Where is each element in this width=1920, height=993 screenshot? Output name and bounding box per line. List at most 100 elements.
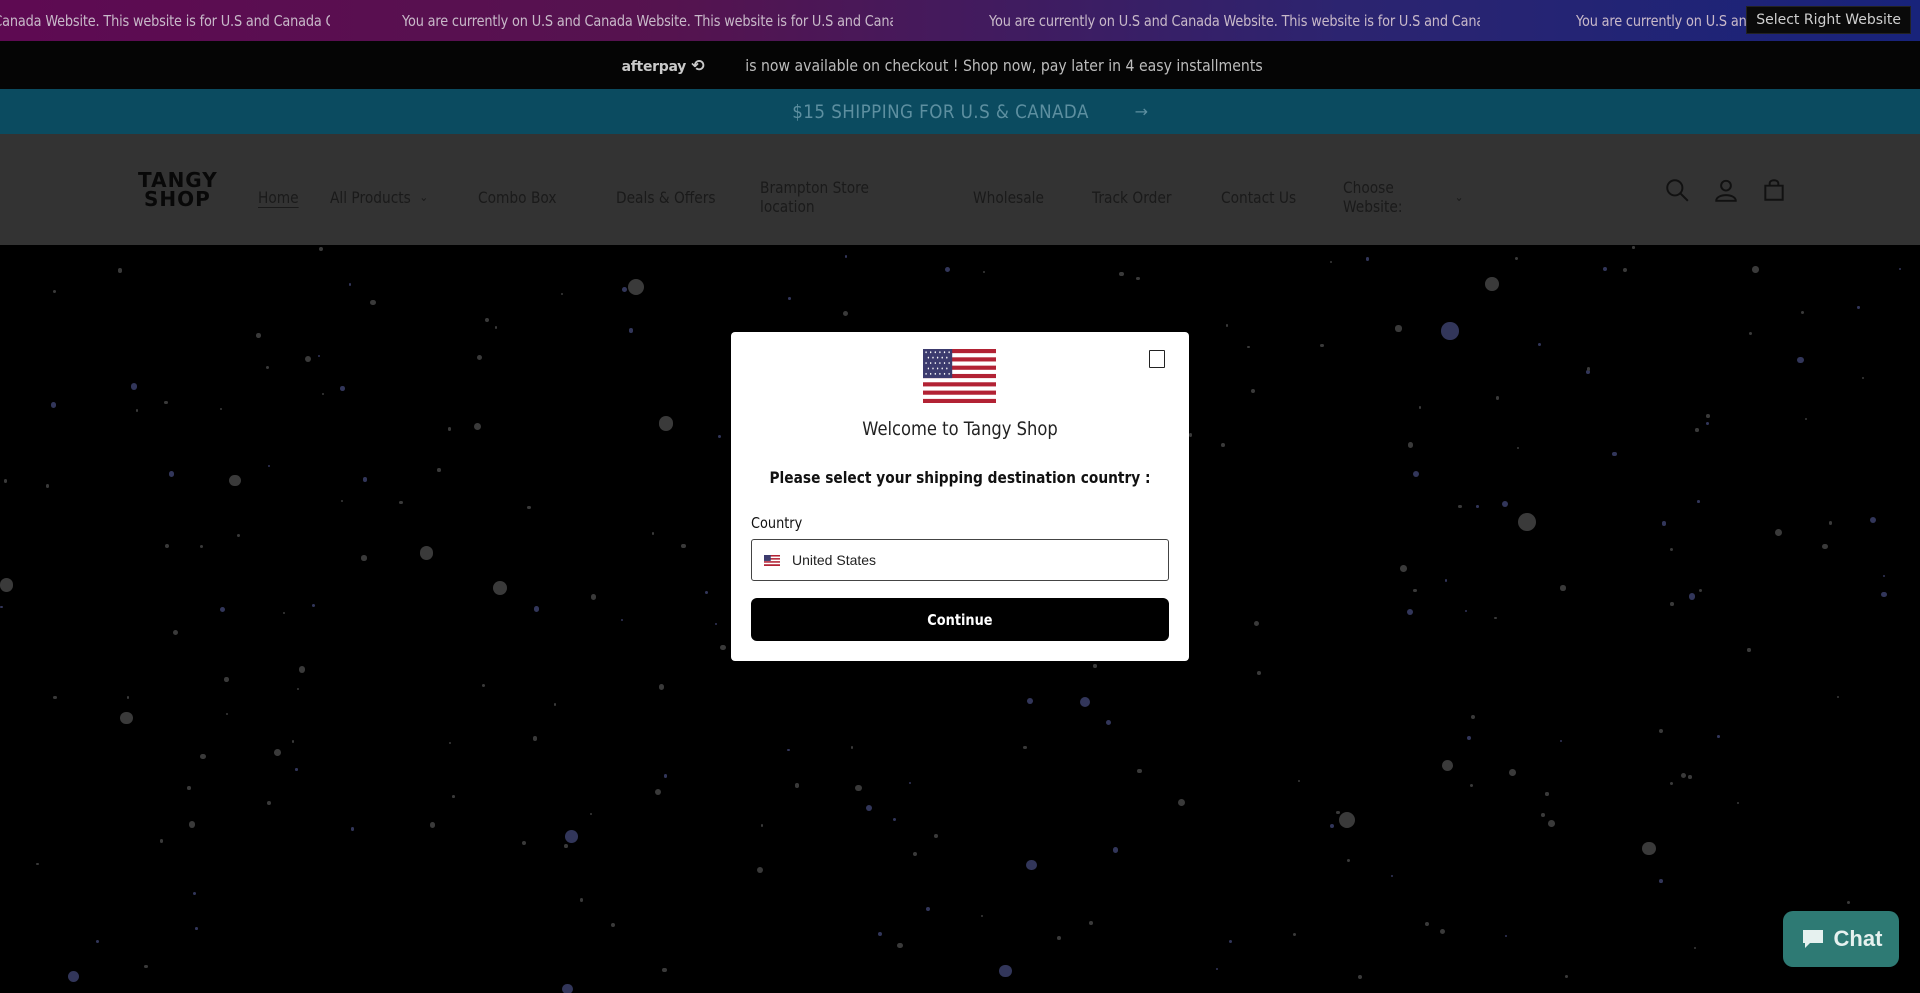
search-icon[interactable] (1664, 177, 1690, 203)
afterpay-bar: afterpay ⟲ is now available on checkout … (0, 41, 1920, 89)
nav-deals-offers[interactable]: Deals & Offers (616, 178, 717, 216)
snow-particle (1717, 734, 1720, 738)
snow-particle (1747, 648, 1751, 652)
snow-particle (1821, 543, 1828, 550)
cart-icon[interactable] (1761, 177, 1787, 203)
snow-particle (662, 968, 667, 973)
snow-particle (521, 840, 526, 845)
snow-particle (0, 605, 4, 609)
snow-particle (1706, 414, 1711, 418)
snow-particle (3, 478, 8, 483)
snow-particle (1516, 446, 1519, 449)
snow-particle (658, 416, 674, 431)
country-select-modal: Welcome to Tangy Shop Please select your… (731, 332, 1189, 661)
snow-particle (340, 499, 344, 503)
snow-particle (878, 931, 882, 936)
snow-particle (787, 748, 790, 752)
snow-particle (95, 939, 99, 943)
snow-particle (1869, 516, 1876, 523)
snow-particle (1680, 772, 1687, 779)
snow-particle (1298, 779, 1301, 782)
nav-brampton-store[interactable]: Brampton Store location (760, 178, 921, 216)
snow-particle (1847, 900, 1851, 904)
shipping-text: $15 SHIPPING FOR U.S & CANADA (791, 100, 1089, 123)
snow-particle (172, 629, 179, 635)
snow-particle (361, 555, 367, 561)
snow-particle (720, 644, 727, 651)
snow-particle (220, 607, 226, 613)
snow-particle (980, 914, 984, 917)
snow-particle (912, 851, 918, 857)
select-right-website-button[interactable]: Select Right Website (1746, 6, 1911, 34)
nav-track-order[interactable]: Track Order (1092, 178, 1181, 216)
snow-particle (794, 783, 800, 788)
nav-all-products[interactable]: All Products ⌄ (330, 178, 435, 216)
chat-button[interactable]: Chat (1783, 911, 1899, 967)
shipping-bar[interactable]: $15 SHIPPING FOR U.S & CANADA → (0, 89, 1920, 134)
snow-particle (1088, 921, 1093, 925)
snow-particle (493, 581, 508, 596)
nav-choose-website[interactable]: Choose Website: ⌄ (1343, 178, 1463, 216)
snow-particle (294, 768, 298, 771)
snow-particle (1413, 471, 1420, 477)
marquee-track: l Canada Website. This website is for U.… (0, 0, 1872, 41)
snow-particle (714, 623, 717, 626)
site-logo[interactable]: TANGY SHOP (138, 170, 218, 209)
snow-particle (1253, 620, 1259, 626)
snow-particle (658, 684, 665, 690)
snow-particle (168, 470, 175, 477)
snow-particle (46, 484, 50, 488)
snow-particle (1505, 934, 1508, 937)
snow-particle (164, 400, 169, 405)
afterpay-text: is now available on checkout ! Shop now,… (745, 55, 1264, 75)
snow-particle (532, 736, 538, 741)
snow-particle (50, 402, 57, 409)
snow-particle (1804, 417, 1808, 421)
snow-particle (1501, 500, 1508, 507)
snow-particle (1898, 267, 1902, 271)
snow-particle (1828, 521, 1833, 525)
snow-particle (1188, 433, 1193, 437)
snow-particle (304, 355, 311, 362)
snow-particle (1857, 306, 1860, 309)
nav-home[interactable]: Home (258, 178, 299, 216)
continue-button[interactable]: Continue (751, 598, 1169, 641)
snow-particle (1441, 322, 1459, 340)
snow-particle (340, 386, 345, 392)
snow-particle (628, 328, 633, 333)
snow-particle (627, 278, 644, 296)
snow-particle (67, 970, 80, 983)
snow-particle (1365, 257, 1370, 261)
marquee-item: l Canada Website. This website is for U.… (0, 11, 330, 30)
snow-particle (1400, 565, 1407, 572)
account-icon[interactable] (1713, 177, 1739, 203)
nav-wholesale[interactable]: Wholesale (973, 178, 1053, 216)
marquee-item: You are currently on U.S and Canada Webs… (989, 11, 1480, 30)
marquee-item: You are currently on U.S and Canada Webs… (402, 11, 893, 30)
snow-particle (236, 533, 240, 537)
snow-particle (1408, 442, 1414, 448)
nav-contact-us[interactable]: Contact Us (1221, 178, 1304, 216)
snow-particle (788, 296, 791, 300)
snow-particle (1470, 783, 1474, 787)
snow-particle (283, 612, 286, 615)
snow-particle (1022, 745, 1027, 750)
snow-particle (590, 594, 596, 600)
snow-particle (1413, 589, 1417, 593)
close-icon[interactable] (1149, 350, 1165, 368)
snow-particle (1329, 823, 1334, 828)
snow-particle (1748, 331, 1752, 335)
snow-particle (564, 844, 568, 848)
snow-particle (1425, 922, 1430, 927)
nav-combo-box[interactable]: Combo Box (478, 178, 574, 216)
snow-particle (1669, 548, 1673, 552)
snow-particle (589, 812, 592, 815)
snow-particle (120, 711, 133, 725)
snow-particle (718, 434, 722, 438)
snow-particle (999, 964, 1012, 978)
snow-particle (1441, 760, 1454, 772)
snow-particle (760, 824, 764, 827)
snow-particle (1540, 812, 1545, 817)
country-select[interactable]: United States (751, 539, 1169, 581)
snow-particle (485, 318, 490, 323)
